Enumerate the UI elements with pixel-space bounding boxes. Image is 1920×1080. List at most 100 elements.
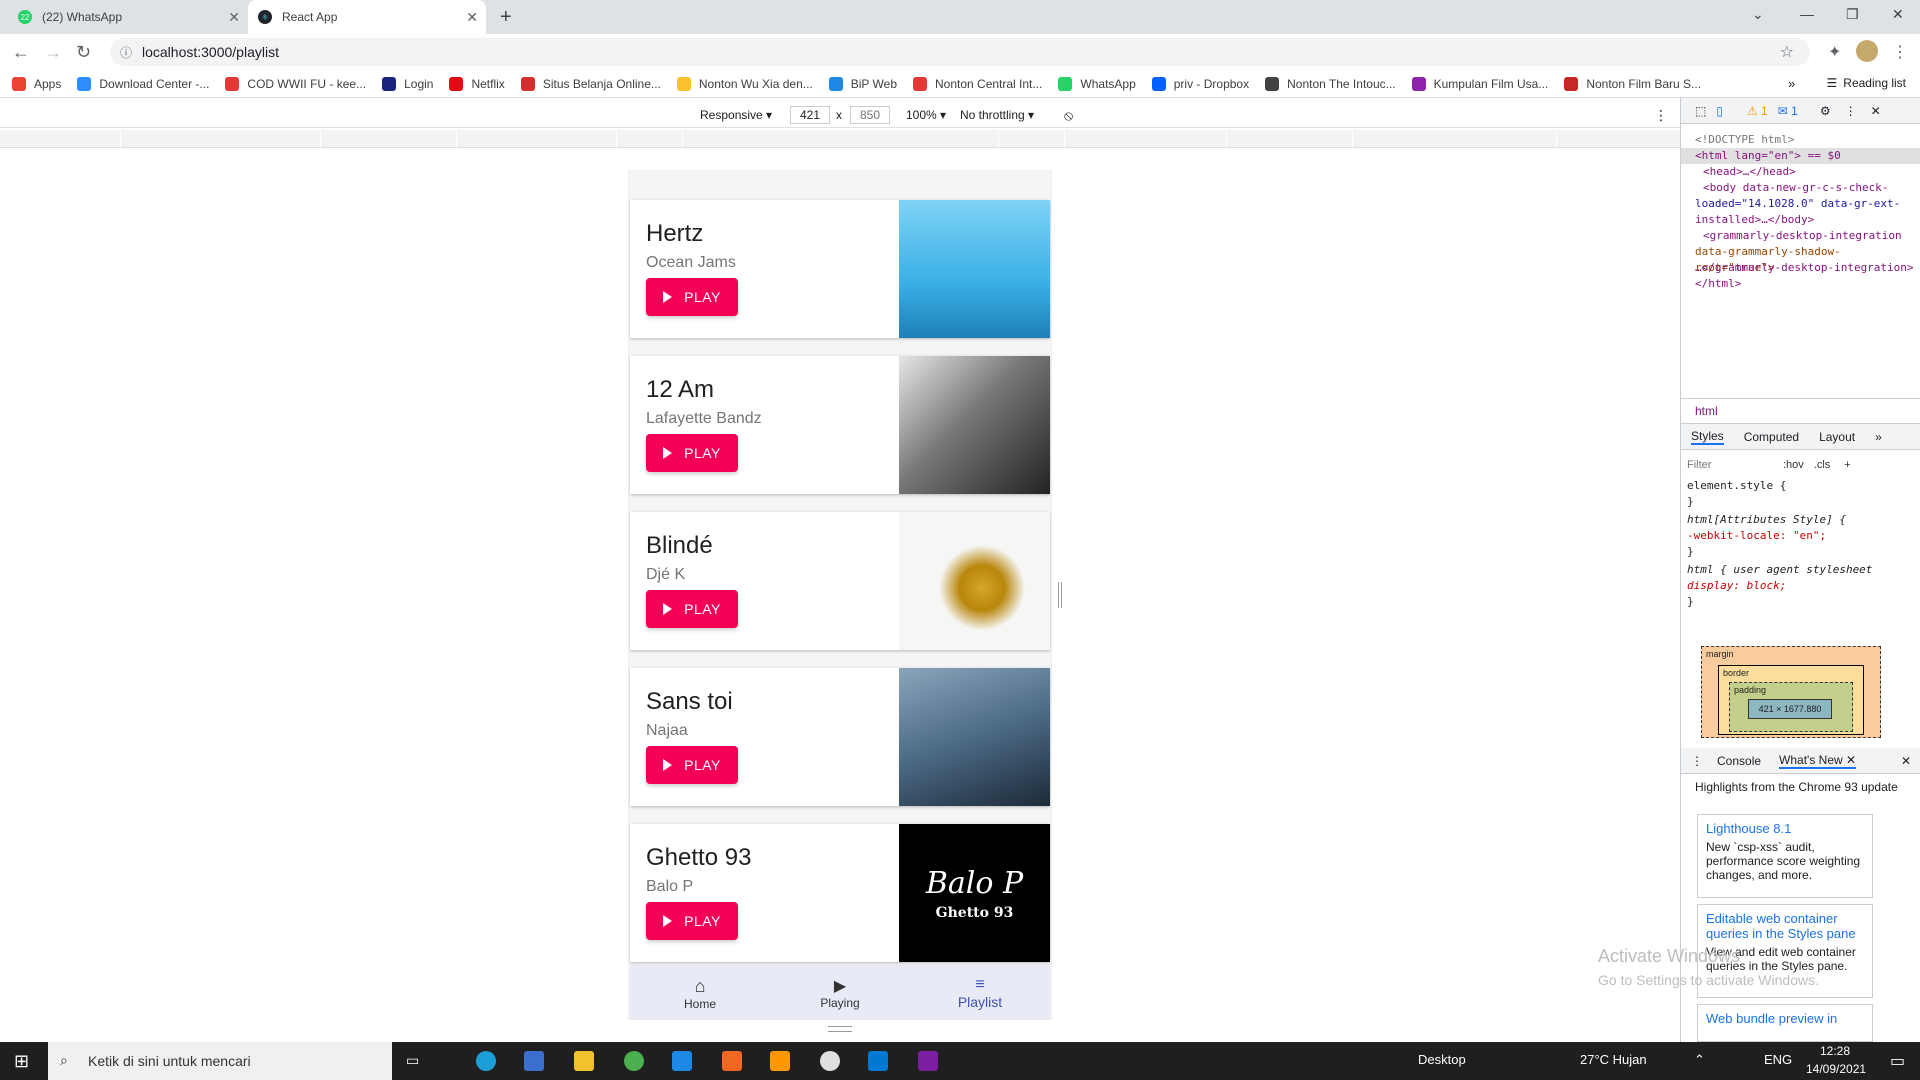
play-button[interactable]: PLAY xyxy=(646,590,738,628)
width-input[interactable]: 421 xyxy=(790,106,830,124)
add-rule-icon[interactable]: + xyxy=(1844,459,1850,471)
windows-start-icon[interactable]: ⊞ xyxy=(14,1051,29,1072)
cls-toggle[interactable]: .cls xyxy=(1814,459,1831,471)
resize-handle-bottom[interactable] xyxy=(828,1026,852,1032)
menu-kebab-icon[interactable]: ⋮ xyxy=(1892,42,1908,62)
desktop-toolbar[interactable]: Desktop xyxy=(1418,1052,1466,1067)
zoom-select[interactable]: 100% ▾ xyxy=(906,108,946,122)
nav-home[interactable]: ⌂ Home xyxy=(630,965,770,1020)
bookmark-item[interactable]: Download Center -... xyxy=(77,76,209,91)
tab-whats-new[interactable]: What's New ✕ xyxy=(1779,753,1857,769)
address-bar[interactable]: ⓘ localhost:3000/playlist ☆ xyxy=(110,38,1810,66)
whats-new-card[interactable]: Web bundle preview in xyxy=(1697,1004,1873,1042)
taskbar-search-input[interactable]: ⌕ Ketik di sini untuk mencari xyxy=(48,1042,392,1080)
close-tab-icon[interactable]: ✕ xyxy=(228,9,240,26)
notifications-icon[interactable]: ▭ xyxy=(1890,1051,1905,1071)
whats-new-title[interactable]: Lighthouse 8.1 xyxy=(1706,821,1864,836)
minimize-button[interactable]: — xyxy=(1800,6,1814,22)
tab-computed[interactable]: Computed xyxy=(1744,430,1799,444)
device-toggle-icon[interactable]: ▯ xyxy=(1716,104,1723,118)
bookmark-item[interactable]: Apps xyxy=(12,76,61,91)
new-tab-button[interactable]: + xyxy=(500,6,512,29)
xampp-icon[interactable] xyxy=(722,1051,742,1071)
dom-line[interactable]: <head>…</head> xyxy=(1703,164,1796,180)
whats-new-title[interactable]: Web bundle preview in xyxy=(1706,1011,1864,1026)
restore-button[interactable]: ❐ xyxy=(1846,6,1859,23)
tab-search-icon[interactable]: ⌄ xyxy=(1752,6,1764,23)
bookmark-star-icon[interactable]: ☆ xyxy=(1780,42,1794,62)
box-model-padding[interactable]: padding 421 × 1677.880 xyxy=(1729,682,1853,732)
bookmark-item[interactable]: Nonton Central Int... xyxy=(913,76,1042,91)
box-model-margin[interactable]: margin border padding 421 × 1677.880 xyxy=(1701,646,1881,738)
bookmark-item[interactable]: COD WWII FU - kee... xyxy=(225,76,366,91)
bookmark-item[interactable]: priv - Dropbox xyxy=(1151,76,1249,91)
reading-list-button[interactable]: ☰ Reading list xyxy=(1827,76,1906,90)
play-button[interactable]: PLAY xyxy=(646,746,738,784)
bookmark-item[interactable]: WhatsApp xyxy=(1058,76,1136,91)
rotate-icon[interactable]: ⦸ xyxy=(1064,107,1073,124)
breadcrumb-html[interactable]: html xyxy=(1695,404,1718,418)
store-icon[interactable] xyxy=(524,1051,544,1071)
hov-toggle[interactable]: :hov xyxy=(1783,459,1804,471)
vscode-icon[interactable] xyxy=(868,1051,888,1071)
inspect-icon[interactable]: ⬚ xyxy=(1695,104,1706,118)
tab-layout[interactable]: Layout xyxy=(1819,430,1855,444)
reload-icon[interactable]: ↻ xyxy=(76,42,91,63)
height-input[interactable]: 850 xyxy=(850,106,890,124)
edge-icon[interactable] xyxy=(476,1051,496,1071)
close-devtools-icon[interactable]: ✕ xyxy=(1871,104,1881,118)
tab-styles[interactable]: Styles xyxy=(1691,429,1724,445)
bookmark-item[interactable]: Netflix xyxy=(449,76,505,91)
play-button[interactable]: PLAY xyxy=(646,278,738,316)
bookmark-item[interactable]: Nonton The Intouc... xyxy=(1265,76,1396,91)
whats-new-card[interactable]: Lighthouse 8.1 New `csp-xss` audit, perf… xyxy=(1697,814,1873,898)
dom-line-selected[interactable]: <html lang="en"> == $0 xyxy=(1681,148,1920,164)
clock-time[interactable]: 12:28 xyxy=(1820,1044,1850,1058)
close-drawer-icon[interactable]: ✕ xyxy=(1901,754,1911,768)
close-window-button[interactable]: ✕ xyxy=(1892,6,1904,23)
tab-console[interactable]: Console xyxy=(1717,754,1761,768)
bookmark-item[interactable]: Situs Belanja Online... xyxy=(520,76,661,91)
clock-date[interactable]: 14/09/2021 xyxy=(1806,1062,1866,1076)
responsive-select[interactable]: Responsive ▾ xyxy=(700,108,772,122)
device-options-icon[interactable]: ⋮ xyxy=(1654,107,1668,124)
bookmark-item[interactable]: Login xyxy=(382,76,433,91)
close-tab-icon[interactable]: ✕ xyxy=(466,9,478,26)
back-arrow-icon[interactable]: ← xyxy=(12,42,30,63)
box-model-border[interactable]: border padding 421 × 1677.880 xyxy=(1718,665,1864,735)
styles-filter-input[interactable]: Filter xyxy=(1687,459,1777,471)
language-indicator[interactable]: ENG xyxy=(1764,1052,1792,1067)
file-explorer-icon[interactable] xyxy=(574,1051,594,1071)
throttling-select[interactable]: No throttling ▾ xyxy=(960,108,1034,122)
devtools-menu-icon[interactable]: ⋮ xyxy=(1845,104,1857,118)
nav-playing[interactable]: ▶ Playing xyxy=(770,965,910,1020)
bookmark-item[interactable]: Nonton Wu Xia den... xyxy=(676,76,813,91)
resize-handle-right[interactable] xyxy=(1058,582,1062,608)
more-tabs[interactable]: » xyxy=(1875,430,1882,444)
mail-icon[interactable] xyxy=(672,1051,692,1071)
bookmark-item[interactable]: Nonton Film Baru S... xyxy=(1564,76,1701,91)
tab-whatsapp[interactable]: 22 (22) WhatsApp ✕ xyxy=(8,0,248,34)
dom-line[interactable]: <!DOCTYPE html> xyxy=(1695,132,1794,148)
whats-new-title[interactable]: Editable web container queries in the St… xyxy=(1706,911,1864,941)
bookmark-item[interactable]: BiP Web xyxy=(828,76,897,91)
box-model-content[interactable]: 421 × 1677.880 xyxy=(1748,699,1832,719)
more-bookmarks-button[interactable]: » xyxy=(1788,76,1795,91)
forward-arrow-icon[interactable]: → xyxy=(44,42,62,63)
dom-line[interactable]: <grammarly-desktop-integration xyxy=(1703,228,1902,244)
task-view-icon[interactable]: ▭ xyxy=(406,1052,419,1069)
play-button[interactable]: PLAY xyxy=(646,434,738,472)
drawer-menu-icon[interactable]: ⋮ xyxy=(1691,754,1703,768)
nav-playlist[interactable]: ≡ Playlist xyxy=(910,965,1050,1020)
weather-widget[interactable]: 27°C Hujan xyxy=(1580,1052,1647,1067)
chrome-icon[interactable] xyxy=(624,1051,644,1071)
play-button[interactable]: PLAY xyxy=(646,902,738,940)
system-tray-chevron-icon[interactable]: ⌃ xyxy=(1694,1052,1705,1068)
bookmark-item[interactable]: Kumpulan Film Usa... xyxy=(1411,76,1548,91)
jetbrains-icon[interactable] xyxy=(918,1051,938,1071)
settings-gear-icon[interactable]: ⚙ xyxy=(1820,104,1831,118)
profile-avatar[interactable] xyxy=(1856,40,1878,62)
extensions-icon[interactable]: ✦ xyxy=(1828,42,1841,62)
dom-line[interactable]: <body data-new-gr-c-s-check- xyxy=(1703,180,1888,196)
sublime-icon[interactable] xyxy=(770,1051,790,1071)
